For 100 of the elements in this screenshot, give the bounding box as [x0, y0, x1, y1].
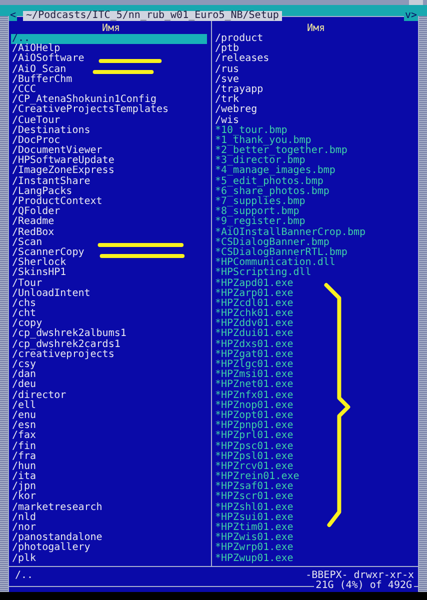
file-list-item[interactable]: /releases: [214, 54, 418, 65]
file-list-item[interactable]: *HPZpsc01.exe: [214, 442, 418, 452]
file-list-item[interactable]: /cp_dwshrek2cards1: [11, 340, 211, 350]
file-list-item[interactable]: *AiOInstallBannerCrop.bmp: [214, 228, 418, 238]
file-list-item[interactable]: *HPZpsl01.exe: [214, 452, 418, 462]
file-list-item[interactable]: *6_share_photos.bmp: [214, 186, 418, 197]
file-list-item[interactable]: /trk: [214, 95, 418, 106]
file-list-item[interactable]: /plk: [11, 554, 211, 564]
file-list-item[interactable]: /SkinsHP1: [11, 268, 211, 278]
file-list-item[interactable]: /Destinations: [11, 126, 211, 136]
file-list-item[interactable]: /chs: [11, 298, 211, 310]
file-list-item[interactable]: /webreg: [214, 105, 418, 116]
file-list-item[interactable]: /CCC: [11, 84, 211, 96]
file-list-item[interactable]: *HPZprl01.exe: [214, 431, 418, 442]
file-list-item[interactable]: /trayapp: [214, 84, 418, 96]
file-list-item[interactable]: *HPZarp01.exe: [214, 288, 418, 299]
file-list-item[interactable]: /nld: [11, 512, 211, 523]
file-list-item[interactable]: *HPZgat01.exe: [214, 350, 418, 360]
file-list-item[interactable]: /CueTour: [11, 116, 211, 126]
file-list-item[interactable]: /BufferChm: [11, 74, 211, 85]
file-list-item[interactable]: *HPZwup01.exe: [214, 554, 418, 564]
file-list-item[interactable]: /CP_AtenaShokunin1Config: [11, 95, 211, 106]
file-list-item[interactable]: *HPZcdl01.exe: [214, 298, 418, 310]
file-list-item[interactable]: /Tour: [11, 278, 211, 289]
file-list-item[interactable]: *HPZapd01.exe: [214, 278, 418, 289]
history-menu-button[interactable]: v>: [404, 11, 418, 21]
file-list-item[interactable]: /panostandalone: [11, 533, 211, 544]
file-list-item[interactable]: /kor: [11, 492, 211, 503]
file-list-item[interactable]: /dan: [11, 370, 211, 380]
file-list-item[interactable]: /Scan: [11, 238, 211, 248]
file-list-item[interactable]: /AiO_Scan: [11, 64, 211, 75]
file-list-item[interactable]: /fax: [11, 431, 211, 442]
file-list-item[interactable]: *CSDialogBanner.bmp: [214, 238, 418, 248]
file-list-item[interactable]: /DocProc: [11, 136, 211, 146]
file-list-item[interactable]: /ell: [11, 400, 211, 411]
column-header[interactable]: Имя: [214, 24, 418, 34]
file-list-item[interactable]: /deu: [11, 380, 211, 391]
file-list-item[interactable]: /photogallery: [11, 543, 211, 554]
file-list-item[interactable]: *HPZscr01.exe: [214, 492, 418, 503]
file-list-item[interactable]: /fra: [11, 452, 211, 462]
file-list-item[interactable]: /hun: [11, 462, 211, 472]
history-back-button[interactable]: <: [9, 11, 18, 21]
file-list-item[interactable]: *HPZmsi01.exe: [214, 370, 418, 380]
file-list-item[interactable]: /CreativeProjectsTemplates: [11, 105, 211, 116]
file-list-item[interactable]: /marketresearch: [11, 502, 211, 513]
file-list-item[interactable]: /QFolder: [11, 207, 211, 218]
file-list-item[interactable]: /enu: [11, 410, 211, 422]
column-header[interactable]: Имя: [11, 24, 211, 34]
file-list-item[interactable]: *HPZrein01.exe: [214, 472, 418, 482]
file-list-item[interactable]: *HPZnet01.exe: [214, 380, 418, 391]
file-list-item[interactable]: *HPZrcv01.exe: [214, 462, 418, 472]
file-list-item[interactable]: /ProductContext: [11, 197, 211, 208]
file-list-item[interactable]: /wis: [214, 116, 418, 126]
file-list-item[interactable]: /copy: [11, 319, 211, 330]
file-list-item[interactable]: *HPZpnp01.exe: [214, 421, 418, 432]
file-list-item[interactable]: /jpn: [11, 482, 211, 492]
file-list-item[interactable]: /nor: [11, 523, 211, 534]
window-control-icon[interactable]: [409, 0, 423, 5]
file-list-item[interactable]: *3_director.bmp: [214, 156, 418, 166]
file-list-item[interactable]: /director: [11, 390, 211, 401]
file-list-item[interactable]: /ImageZoneExpress: [11, 166, 211, 177]
file-list-item[interactable]: *HPZwrp01.exe: [214, 543, 418, 554]
file-list-item[interactable]: *HPCommunication.dll: [214, 258, 418, 268]
file-list-item[interactable]: *7_supplies.bmp: [214, 197, 418, 208]
file-list-item[interactable]: /DocumentViewer: [11, 146, 211, 156]
file-list-item[interactable]: /esn: [11, 421, 211, 432]
file-list-item[interactable]: *HPZshl01.exe: [214, 502, 418, 513]
file-list-item[interactable]: *5_edit_photos.bmp: [214, 176, 418, 187]
file-list-item[interactable]: /creativeprojects: [11, 350, 211, 360]
file-list-item[interactable]: /LangPacks: [11, 186, 211, 197]
file-list-item[interactable]: *HPZsaf01.exe: [214, 482, 418, 492]
file-list-item[interactable]: /ita: [11, 472, 211, 482]
file-list-item[interactable]: /rus: [214, 64, 418, 75]
file-list-item[interactable]: /AiOHelp: [11, 44, 211, 54]
scrollbar[interactable]: [419, 16, 427, 592]
file-list-item[interactable]: /fin: [11, 442, 211, 452]
file-list-item[interactable]: *10_tour.bmp: [214, 126, 418, 136]
file-list-item[interactable]: *HPScripting.dll: [214, 268, 418, 278]
file-list-item[interactable]: /sve: [214, 74, 418, 85]
file-list-item[interactable]: /HPSoftwareUpdate: [11, 156, 211, 166]
file-list-item[interactable]: *9_register.bmp: [214, 217, 418, 228]
file-list-item[interactable]: /RedBox: [11, 228, 211, 238]
file-list-item[interactable]: /csy: [11, 360, 211, 370]
file-list-item[interactable]: /cp_dwshrek2albums1: [11, 329, 211, 340]
file-list-item[interactable]: *HPZsui01.exe: [214, 512, 418, 523]
file-list-item[interactable]: *8_support.bmp: [214, 207, 418, 218]
file-list-item[interactable]: *CSDialogBannerRTL.bmp: [214, 248, 418, 258]
file-list-item[interactable]: /ScannerCopy: [11, 248, 211, 258]
file-list-item[interactable]: *HPZlgc01.exe: [214, 360, 418, 370]
file-list-item[interactable]: *HPZdxs01.exe: [214, 340, 418, 350]
file-list-item[interactable]: *HPZopt01.exe: [214, 410, 418, 422]
file-list-item[interactable]: *HPZdui01.exe: [214, 329, 418, 340]
file-list-item[interactable]: /AiOSoftware: [11, 54, 211, 65]
file-list-item[interactable]: /cht: [11, 309, 211, 320]
file-list-item[interactable]: *HPZnfx01.exe: [214, 390, 418, 401]
file-list-item[interactable]: *HPZtim01.exe: [214, 523, 418, 534]
file-list-item[interactable]: *4_manage_images.bmp: [214, 166, 418, 177]
file-list-item[interactable]: /InstantShare: [11, 176, 211, 187]
file-list-item[interactable]: /UnloadIntent: [11, 288, 211, 299]
file-list-item[interactable]: *2_better_together.bmp: [214, 146, 418, 156]
